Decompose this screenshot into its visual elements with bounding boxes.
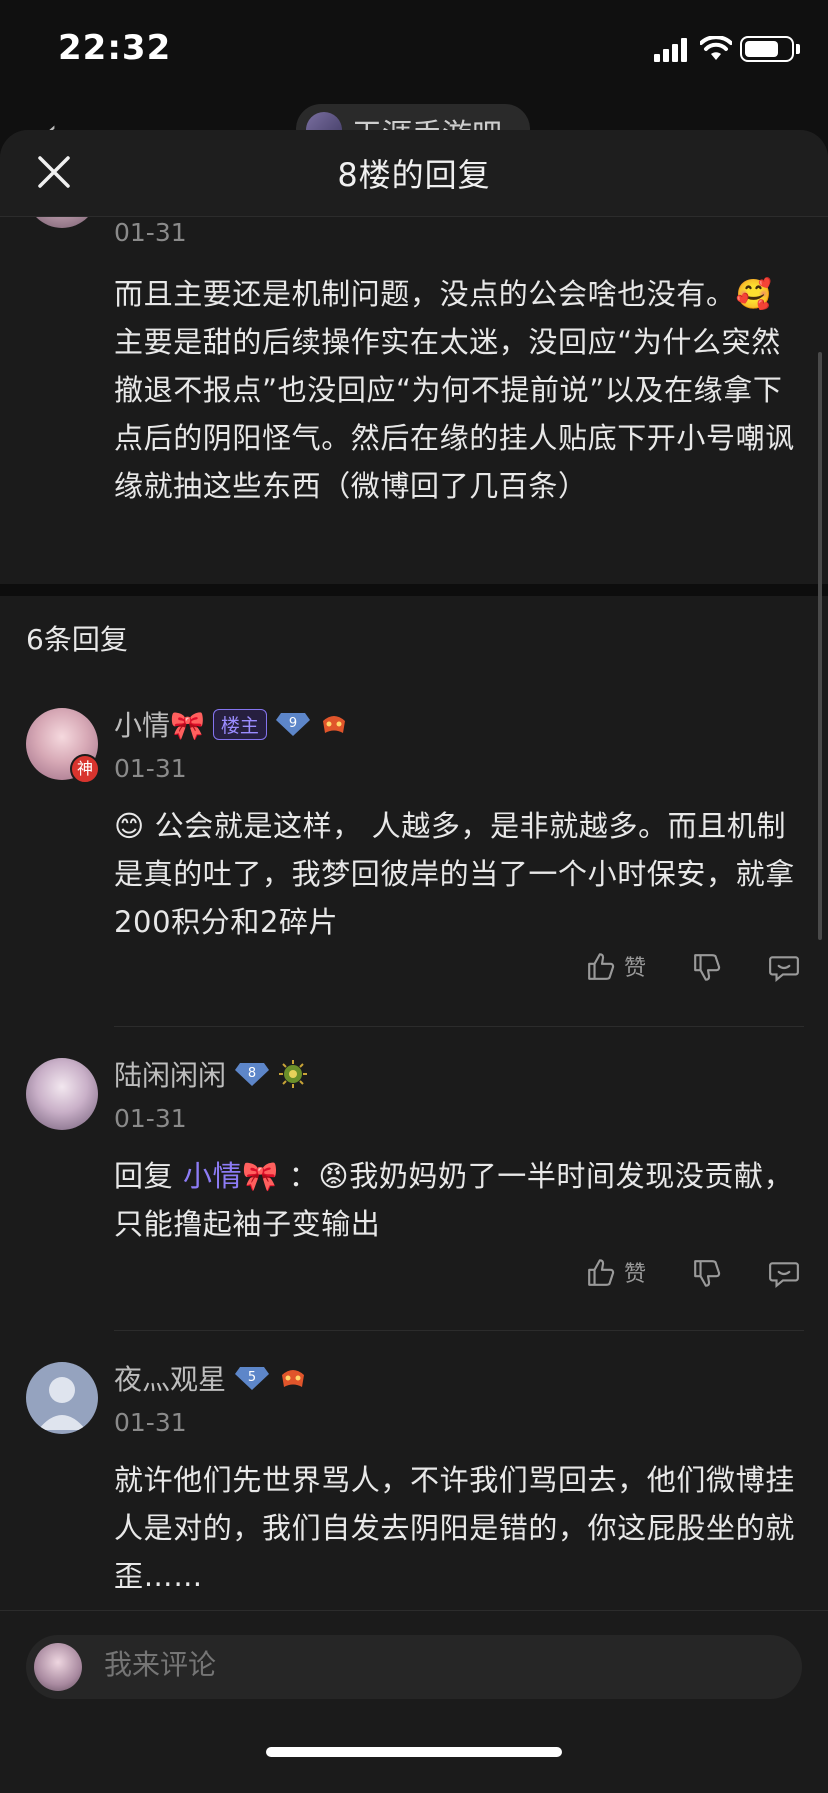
- gamepad-medal-icon: [322, 716, 345, 733]
- reply-divider: [114, 1330, 804, 1331]
- reply-to-user[interactable]: 小情🎀: [183, 1159, 279, 1193]
- my-avatar: [34, 1643, 82, 1691]
- comment-input-pill[interactable]: [26, 1635, 802, 1699]
- reply-date: 01-31: [114, 1104, 187, 1133]
- home-indicator[interactable]: [266, 1747, 562, 1757]
- reply-text: 😊 公会就是这样， 人越多，是非就越多。而且机制是真的吐了，我梦回彼岸的当了一个…: [114, 809, 795, 939]
- sheet-title: 8楼的回复: [337, 156, 491, 194]
- status-bar: 22:32: [0, 0, 828, 100]
- reply-prefix: 回复: [114, 1159, 174, 1193]
- god-badge: 神: [70, 754, 100, 784]
- user-meta: 陆闲闲闲 8: [114, 1054, 308, 1094]
- thumbs-up-icon: [588, 1259, 615, 1286]
- user-meta: 小情🎀 楼主 9: [114, 704, 349, 744]
- like-label: 赞: [624, 956, 647, 981]
- battery-tip: [796, 44, 800, 54]
- reply-item: 陆闲闲闲 8 01-31 回复 小情🎀 ：😡我奶妈奶了一半时间发现没贡献，只能撸…: [0, 1036, 828, 1342]
- user-meta: 夜灬观星 5: [114, 1358, 308, 1398]
- thumbs-up-icon: [588, 953, 615, 980]
- section-divider: [0, 584, 828, 596]
- reply-sheet: 8楼的回复 01-31 赞 ⋮ 而且主要还是机制问题，没点的公会啥也没有。🥰 主…: [0, 130, 828, 1792]
- reply-item: 夜灬观星 5 01-31 就许他们先世界骂人，不许我们骂回去，他们微博挂人是对的…: [0, 1342, 828, 1612]
- level-number: 5: [248, 1370, 256, 1385]
- reply-divider: [114, 1026, 804, 1027]
- like-label: 赞: [624, 1262, 647, 1287]
- battery-icon: [740, 36, 794, 62]
- thumbs-down-icon[interactable]: [692, 952, 724, 984]
- reply-comment-icon[interactable]: [768, 1258, 800, 1290]
- poster-tag: 楼主: [212, 708, 267, 740]
- default-avatar-icon: [38, 1377, 86, 1430]
- comment-bar: [0, 1610, 828, 1793]
- status-time: 22:32: [58, 28, 172, 68]
- gamepad-medal-icon: [282, 1370, 305, 1387]
- cellular-signal-icon: [654, 38, 687, 62]
- post-text: 而且主要还是机制问题，没点的公会啥也没有。🥰 主要是甜的后续操作实在太迷，没回应…: [114, 277, 795, 503]
- sheet-header: 8楼的回复: [0, 130, 828, 217]
- scrollbar[interactable]: [818, 352, 822, 940]
- reply-count: 6条回复: [26, 623, 128, 656]
- like-button[interactable]: 赞: [586, 1256, 646, 1288]
- username[interactable]: 陆闲闲闲: [114, 1054, 226, 1094]
- username[interactable]: 夜灬观星: [114, 1358, 226, 1398]
- level-diamond-icon: 8: [235, 1063, 270, 1086]
- thumbs-down-icon[interactable]: [692, 1258, 724, 1290]
- reply-date: 01-31: [114, 1408, 187, 1437]
- level-diamond-icon: 9: [275, 713, 310, 736]
- sun-medal-icon: [279, 1060, 308, 1088]
- level-diamond-icon: 5: [235, 1367, 270, 1390]
- reply-text: 就许他们先世界骂人，不许我们骂回去，他们微博挂人是对的，我们自发去阴阳是错的，你…: [114, 1463, 795, 1593]
- like-button[interactable]: 赞: [586, 950, 646, 982]
- comment-input[interactable]: [102, 1647, 706, 1682]
- avatar[interactable]: [26, 1362, 98, 1434]
- wifi-icon: [700, 36, 732, 60]
- username[interactable]: 小情🎀: [114, 704, 205, 744]
- reply-text: 回复 小情🎀 ：😡我奶妈奶了一半时间发现没贡献，只能撸起袖子变输出: [114, 1152, 804, 1248]
- reply-comment-icon[interactable]: [768, 952, 800, 984]
- post-date: 01-31: [114, 218, 187, 247]
- colon: ：: [288, 1159, 319, 1193]
- level-number: 8: [248, 1066, 256, 1081]
- avatar[interactable]: [26, 1058, 98, 1130]
- battery-level: [745, 41, 778, 57]
- reply-date: 01-31: [114, 754, 187, 783]
- level-number: 9: [289, 716, 297, 731]
